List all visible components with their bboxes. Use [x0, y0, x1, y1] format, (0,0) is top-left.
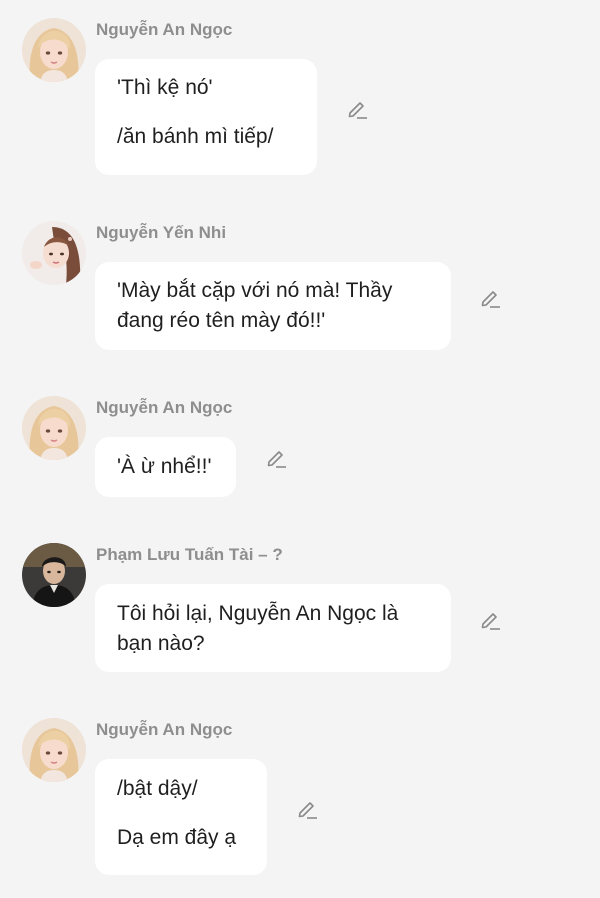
message-line: 'Thì kệ nó' [117, 76, 213, 99]
sender-name: Nguyễn Yến Nhi [96, 223, 227, 242]
message-line: đang réo tên mày đó!!' [117, 309, 326, 332]
chat-thread: Nguyễn An Ngọc 'Thì kệ nó' /ăn bánh mì t… [0, 0, 600, 898]
edit-pencil-icon[interactable] [479, 609, 501, 631]
message-line: bạn nào? [117, 632, 205, 655]
edit-pencil-icon[interactable] [479, 287, 501, 309]
sender-name: Nguyễn An Ngọc [96, 20, 233, 39]
message-bubble: Tôi hỏi lại, Nguyễn An Ngọc là bạn nào? [95, 584, 451, 672]
message-line: Dạ em đây ạ [117, 826, 237, 849]
message-bubble: 'Mày bắt cặp với nó mà! Thầy đang réo tê… [95, 262, 451, 350]
avatar-blonde-girl-icon[interactable] [22, 18, 86, 82]
message-line [117, 103, 295, 122]
message-line: /bật dậy/ [117, 777, 198, 800]
message-line: Tôi hỏi lại, Nguyễn An Ngọc là [117, 602, 399, 625]
avatar-brunette-girl-icon[interactable] [22, 221, 86, 285]
message-line: 'Mày bắt cặp với nó mà! Thầy [117, 279, 393, 302]
sender-name: Nguyễn An Ngọc [96, 398, 233, 417]
edit-pencil-icon[interactable] [296, 798, 318, 820]
sender-name: Phạm Lưu Tuấn Tài – ? [96, 545, 283, 564]
message-line [117, 804, 245, 823]
message-bubble: /bật dậy/ Dạ em đây ạ [95, 759, 267, 875]
sender-name: Nguyễn An Ngọc [96, 720, 233, 739]
message-line: 'À ừ nhể!!' [117, 455, 212, 478]
message-bubble: 'À ừ nhể!!' [95, 437, 236, 497]
avatar-blonde-girl-icon[interactable] [22, 718, 86, 782]
avatar-blonde-girl-icon[interactable] [22, 396, 86, 460]
avatar-dark-haired-boy-icon[interactable] [22, 543, 86, 607]
edit-pencil-icon[interactable] [265, 447, 287, 469]
message-line: /ăn bánh mì tiếp/ [117, 125, 274, 148]
edit-pencil-icon[interactable] [346, 98, 368, 120]
message-bubble: 'Thì kệ nó' /ăn bánh mì tiếp/ [95, 59, 317, 175]
